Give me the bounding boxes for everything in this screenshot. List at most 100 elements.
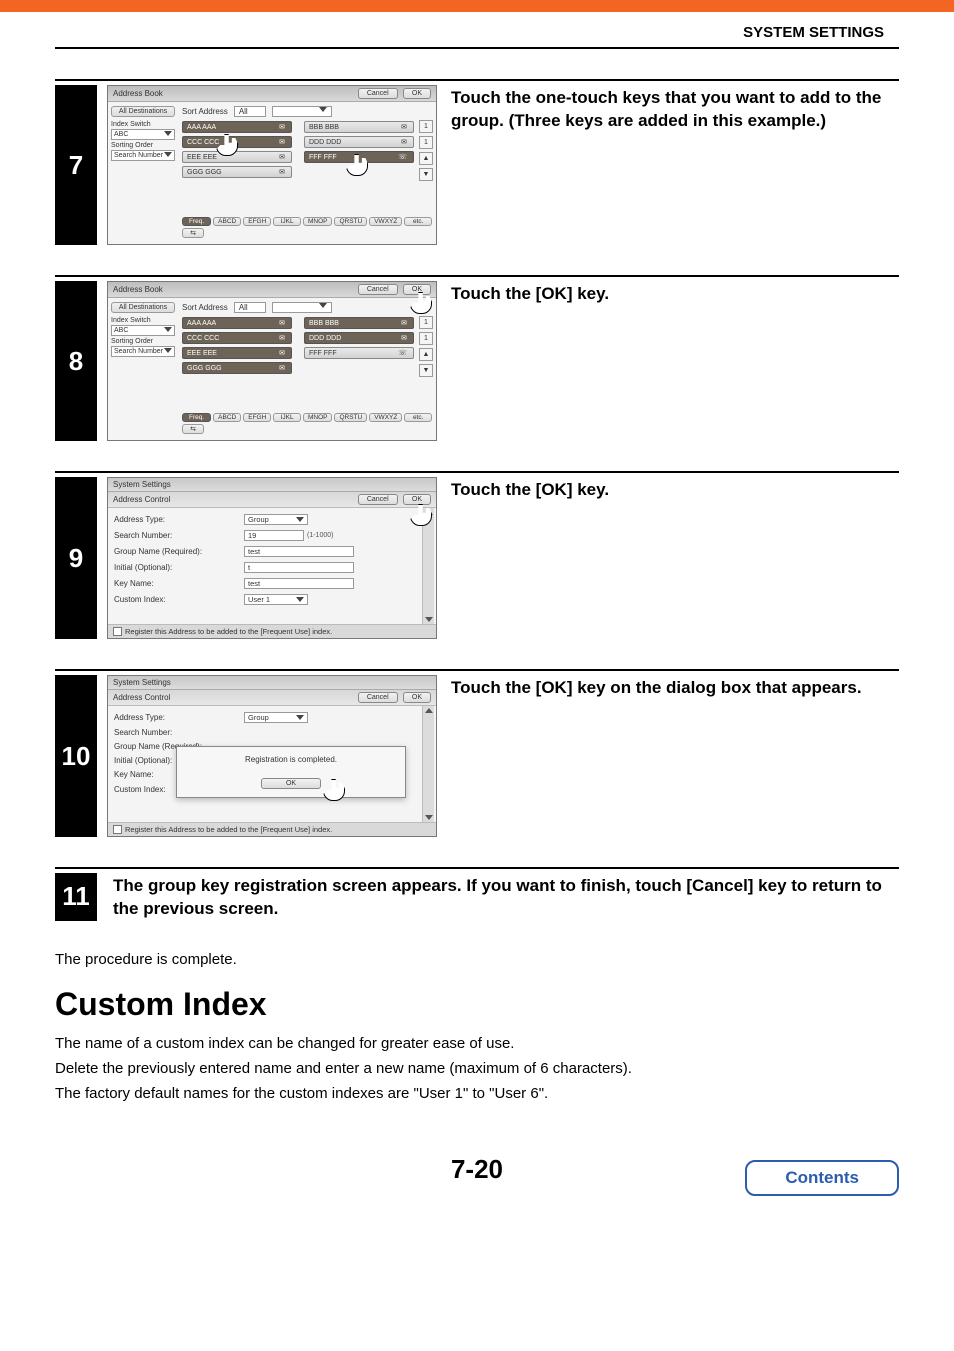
onetouch-key[interactable]: AAA AAA✉ (182, 317, 292, 329)
step-10: 10 System Settings Address Control Cance… (55, 669, 899, 837)
scrollbar[interactable] (422, 706, 434, 822)
tab-mnop[interactable]: MNOP (303, 217, 333, 226)
ab-title: Address Book (113, 285, 163, 294)
onetouch-key[interactable]: CCC CCC✉ (182, 332, 292, 344)
key-name-field[interactable]: test (244, 578, 354, 589)
page-up-button[interactable]: ▲ (419, 152, 433, 165)
sort-address-select[interactable]: All (234, 106, 266, 117)
step-rule (55, 867, 899, 869)
page-down-button[interactable]: ▼ (419, 364, 433, 377)
onetouch-key[interactable]: AAA AAA✉ (182, 121, 292, 133)
index-switch-label: Index Switch (111, 317, 175, 324)
tab-qrstu[interactable]: QRSTU (334, 413, 367, 422)
mail-icon: ✉ (277, 123, 287, 131)
page-indicator: 1 (419, 316, 433, 329)
procedure-complete-text: The procedure is complete. (55, 951, 899, 968)
tab-efgh[interactable]: EFGH (243, 413, 271, 422)
mail-icon: ✉ (277, 349, 287, 357)
tab-freq[interactable]: Freq. (182, 217, 211, 226)
index-switch-select[interactable]: ABC (111, 129, 175, 140)
step-8: 8 Address Book Cancel OK All Destination… (55, 275, 899, 441)
address-type-select[interactable]: Group (244, 712, 308, 723)
scroll-down-icon (425, 617, 433, 622)
mail-icon: ✉ (277, 168, 287, 176)
contents-link[interactable]: Contents (745, 1160, 899, 1196)
mail-icon: ✉ (399, 319, 409, 327)
address-type-label: Address Type: (114, 713, 244, 722)
step-7: 7 Address Book Cancel OK All Destination… (55, 79, 899, 245)
step-instruction: Touch the [OK] key. (437, 281, 899, 306)
onetouch-key[interactable]: EEE EEE✉ (182, 347, 292, 359)
dialog-ok-button[interactable]: OK (261, 778, 321, 789)
page-up-button[interactable]: ▲ (419, 348, 433, 361)
index-switch-select[interactable]: ABC (111, 325, 175, 336)
tab-etc[interactable]: etc. (404, 217, 432, 226)
page-indicator: 1 (419, 332, 433, 345)
onetouch-key[interactable]: GGG GGG✉ (182, 362, 292, 374)
mail-icon: ✉ (277, 364, 287, 372)
header-rule (55, 47, 899, 49)
sorting-order-select[interactable]: Search Number (111, 346, 175, 357)
tab-abcd[interactable]: ABCD (213, 217, 241, 226)
sorting-order-label: Sorting Order (111, 142, 175, 149)
onetouch-key[interactable]: DDD DDD✉ (304, 136, 414, 148)
ok-button[interactable]: OK (403, 494, 431, 505)
step-instruction: The group key registration screen appear… (107, 873, 899, 921)
custom-index-label: Custom Index: (114, 595, 244, 604)
hand-pointer-icon (323, 779, 345, 801)
tab-vwxyz[interactable]: VWXYZ (369, 413, 402, 422)
ok-button[interactable]: OK (403, 692, 431, 703)
sort-address-select[interactable]: All (234, 302, 266, 313)
onetouch-key[interactable]: DDD DDD✉ (304, 332, 414, 344)
all-destinations-button[interactable]: All Destinations (111, 302, 175, 313)
cancel-button[interactable]: Cancel (358, 692, 398, 703)
body-paragraph: The name of a custom index can be change… (55, 1033, 899, 1054)
sort-address-dropdown[interactable] (272, 106, 332, 117)
frequent-use-checkbox[interactable] (113, 627, 122, 636)
address-book-screenshot: Address Book Cancel OK All Destinations … (107, 85, 437, 245)
onetouch-key[interactable]: FFF FFF☏ (304, 151, 414, 163)
tab-qrstu[interactable]: QRSTU (334, 217, 367, 226)
custom-index-select[interactable]: User 1 (244, 594, 308, 605)
frequent-use-checkbox[interactable] (113, 825, 122, 834)
step-9: 9 System Settings Address Control Cancel… (55, 471, 899, 639)
tab-abcd[interactable]: ABCD (213, 413, 241, 422)
cancel-button[interactable]: Cancel (358, 284, 398, 295)
tab-freq[interactable]: Freq. (182, 413, 211, 422)
cancel-button[interactable]: Cancel (358, 494, 398, 505)
step-rule (55, 275, 899, 277)
onetouch-key[interactable]: CCC CCC✉ (182, 136, 292, 148)
tab-etc[interactable]: etc. (404, 413, 432, 422)
tab-ijkl[interactable]: IJKL (273, 217, 301, 226)
tab-switch-icon[interactable]: ⇆ (182, 228, 204, 238)
onetouch-key[interactable]: BBB BBB✉ (304, 121, 414, 133)
onetouch-key[interactable]: GGG GGG✉ (182, 166, 292, 178)
top-accent-band (0, 0, 954, 12)
scroll-up-icon (425, 510, 433, 515)
search-number-label: Search Number: (114, 531, 244, 540)
tab-vwxyz[interactable]: VWXYZ (369, 217, 402, 226)
scrollbar[interactable] (422, 508, 434, 624)
sort-address-dropdown[interactable] (272, 302, 332, 313)
onetouch-key[interactable]: EEE EEE✉ (182, 151, 292, 163)
search-number-hint: (1-1000) (307, 532, 333, 539)
onetouch-key[interactable]: BBB BBB✉ (304, 317, 414, 329)
tab-efgh[interactable]: EFGH (243, 217, 271, 226)
tab-mnop[interactable]: MNOP (303, 413, 333, 422)
page-header: SYSTEM SETTINGS (743, 24, 884, 41)
all-destinations-button[interactable]: All Destinations (111, 106, 175, 117)
page-down-button[interactable]: ▼ (419, 168, 433, 181)
search-number-label: Search Number: (114, 728, 244, 737)
fax-icon: ☏ (396, 153, 409, 161)
sorting-order-select[interactable]: Search Number (111, 150, 175, 161)
ok-button[interactable]: OK (403, 88, 431, 99)
address-type-select[interactable]: Group (244, 514, 308, 525)
search-number-field[interactable]: 19 (244, 530, 304, 541)
group-name-field[interactable]: test (244, 546, 354, 557)
cancel-button[interactable]: Cancel (358, 88, 398, 99)
onetouch-key[interactable]: FFF FFF☏ (304, 347, 414, 359)
ok-button[interactable]: OK (403, 284, 431, 295)
initial-field[interactable]: t (244, 562, 354, 573)
tab-switch-icon[interactable]: ⇆ (182, 424, 204, 434)
tab-ijkl[interactable]: IJKL (273, 413, 301, 422)
